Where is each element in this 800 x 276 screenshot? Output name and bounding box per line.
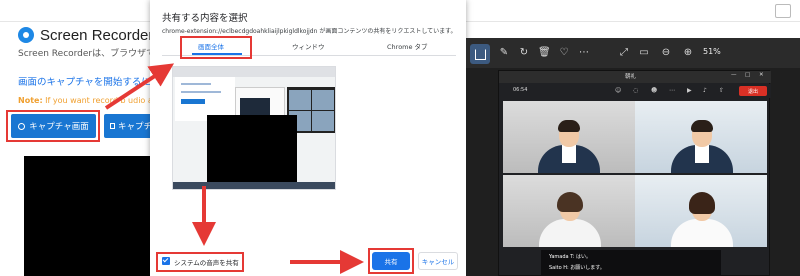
mic-icon[interactable]: ♪ [703, 87, 707, 94]
maximize-icon[interactable]: □ [745, 72, 750, 78]
thumbnail-titlebar [173, 67, 335, 77]
reaction-icon[interactable]: ☻ [651, 87, 657, 94]
meeting-controls: 06:54 ☺ ◌ ☻ ⋯ ▶ ♪ ⇧ 退出 [499, 84, 771, 98]
zoom-out-icon[interactable]: ⊖ [660, 47, 672, 59]
camera-icon [110, 123, 115, 129]
thumbnail-tile [289, 90, 311, 110]
edit-icon[interactable]: ✎ [498, 47, 510, 59]
note-body: If you want record b udio a [42, 96, 153, 105]
person-body [671, 219, 733, 247]
thumbnail-taskbar [173, 182, 335, 189]
video-tile [635, 101, 767, 173]
recording-preview [24, 156, 154, 276]
favorite-icon[interactable]: ♡ [558, 47, 570, 59]
meeting-titlebar: 朝礼 — □ ✕ [499, 71, 771, 83]
leave-button[interactable]: 退出 [739, 86, 767, 96]
highlight-entire-screen-tab [180, 36, 252, 59]
zoom-level: 51% [703, 47, 721, 56]
chat-text: はい。 [575, 254, 591, 260]
home-icon[interactable] [470, 44, 490, 64]
video-tile [635, 175, 767, 247]
thumbnail-line [181, 91, 221, 93]
person-hair [691, 120, 713, 132]
highlight-share-audio [156, 252, 244, 272]
dialog-title: 共有する内容を選択 [162, 13, 248, 24]
menu-icon[interactable] [775, 4, 791, 18]
chat-sender: Saito H: [549, 265, 569, 271]
person-body [539, 219, 601, 247]
start-capture-text: 画面のキャプチャを開始するには [18, 77, 161, 88]
chat-message: Saito H: お願いします。 [549, 264, 605, 271]
fullscreen-icon[interactable]: ⤢ [618, 47, 630, 59]
meeting-time: 06:54 [513, 87, 528, 93]
note-text: Note: If you want record b udio a [18, 96, 153, 105]
chat-message: Yamada T: はい。 [549, 253, 591, 260]
screen-thumbnail[interactable] [172, 66, 336, 190]
video-tile [503, 175, 635, 247]
participants-icon[interactable]: ☺ [615, 87, 621, 94]
tab-window[interactable]: ウィンドウ [292, 41, 325, 51]
person-shirt [695, 145, 709, 163]
fit-icon[interactable]: ▭ [638, 47, 650, 59]
delete-icon[interactable]: 🗑 [538, 47, 551, 59]
capture-camera-button[interactable]: キャプチ [104, 114, 152, 138]
person-hair [558, 120, 580, 132]
highlight-capture-button [6, 110, 100, 142]
note-label: Note: [18, 96, 43, 105]
minimize-icon[interactable]: — [731, 72, 737, 78]
chat-overlay: Yamada T: はい。 Saito H: お願いします。 [541, 250, 721, 275]
tab-chrome-tab[interactable]: Chrome タブ [387, 41, 428, 51]
chat-icon[interactable]: ◌ [633, 87, 638, 94]
thumbnail-tile [312, 90, 334, 110]
share-dialog: 共有する内容を選択 chrome-extension://eclbecdgdoa… [150, 0, 466, 276]
dialog-subtitle: chrome-extension://eclbecdgdoahkliaijlpk… [162, 28, 457, 35]
person-shirt [562, 145, 576, 163]
thumbnail-line [181, 83, 211, 85]
viewer-toolbar: ✎ ↻ 🗑 ♡ ⋯ ⤢ ▭ ⊖ ⊕ 51% [466, 38, 800, 68]
capture-camera-label: キャプチ [117, 122, 152, 132]
person-hair [557, 192, 583, 212]
more-icon[interactable]: ⋯ [578, 47, 590, 59]
more-options-icon[interactable]: ⋯ [669, 87, 675, 94]
person-hair [689, 192, 715, 214]
chat-sender: Yamada T: [549, 254, 575, 260]
meeting-title: 朝礼 [625, 74, 637, 80]
thumbnail-black-area [207, 115, 297, 189]
photo-viewer: ✎ ↻ 🗑 ♡ ⋯ ⤢ ▭ ⊖ ⊕ 51% 朝礼 — □ ✕ 06:54 ☺ ◌… [466, 38, 800, 276]
thumbnail-button [181, 99, 205, 104]
video-tile [503, 101, 635, 173]
camera-toggle-icon[interactable]: ▶ [687, 87, 692, 94]
close-icon[interactable]: ✕ [759, 72, 764, 78]
share-screen-icon[interactable]: ⇧ [719, 87, 724, 94]
record-logo-icon [18, 27, 34, 43]
thumbnail-tile [312, 111, 334, 131]
rotate-icon[interactable]: ↻ [518, 47, 530, 59]
chat-text: お願いします。 [570, 265, 605, 271]
screenshot-root: Screen Recorder for C Screen Recorderは、ブ… [0, 0, 800, 276]
meeting-window: 朝礼 — □ ✕ 06:54 ☺ ◌ ☻ ⋯ ▶ ♪ ⇧ 退出 Yamada T… [498, 70, 771, 276]
zoom-in-icon[interactable]: ⊕ [682, 47, 694, 59]
cancel-button[interactable]: キャンセル [418, 252, 458, 270]
highlight-share-button [368, 248, 414, 274]
